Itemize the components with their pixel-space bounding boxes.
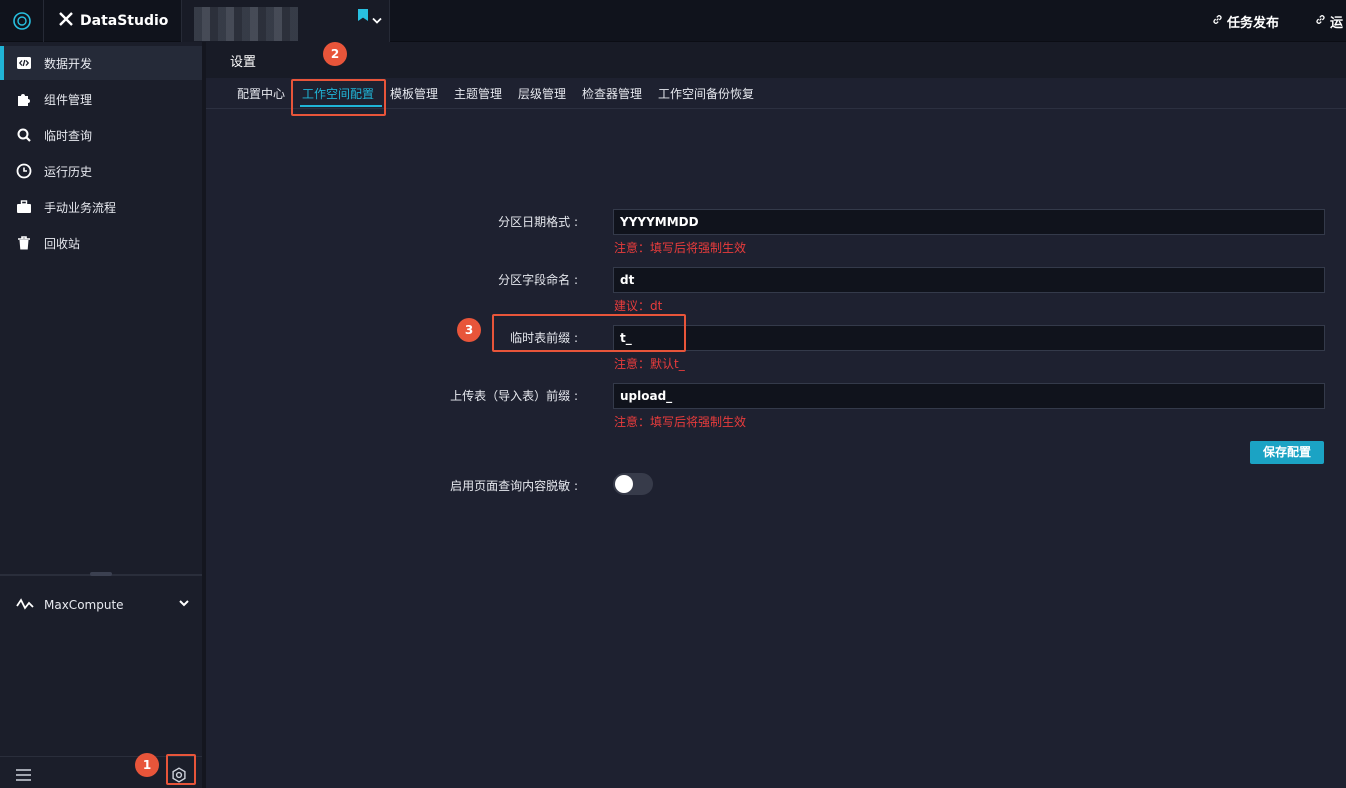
toggle-knob: [615, 475, 633, 493]
sidebar-item-run-history[interactable]: 运行历史: [0, 154, 202, 188]
chevron-down-icon[interactable]: [178, 597, 190, 612]
tab-theme-management[interactable]: 主题管理: [454, 85, 502, 102]
save-config-button[interactable]: 保存配置: [1250, 441, 1324, 464]
annotation-badge-1: 1: [135, 753, 159, 777]
link-icon: [1212, 14, 1223, 29]
puzzle-icon: [16, 91, 32, 107]
tools-icon: [58, 11, 74, 31]
upload-table-prefix-input[interactable]: upload_: [613, 383, 1325, 409]
annotation-box-temp-prefix: [492, 314, 686, 352]
tab-workspace-backup-restore[interactable]: 工作空间备份恢复: [658, 85, 754, 102]
briefcase-icon: [16, 199, 32, 215]
sidebar-item-label: 回收站: [44, 236, 81, 251]
workspace-name-redacted: [194, 7, 298, 41]
publish-task-label: 任务发布: [1226, 15, 1279, 31]
menu-icon[interactable]: [16, 769, 32, 784]
app-brand[interactable]: DataStudio: [44, 0, 182, 42]
partition-field-name-label: 分区字段命名 :: [498, 273, 578, 287]
sidebar-item-label: 手动业务流程: [44, 200, 117, 215]
partition-date-format-input[interactable]: YYYYMMDD: [613, 209, 1325, 235]
annotation-badge-2: 2: [323, 42, 347, 66]
pulse-icon: [16, 597, 34, 614]
tab-config-center[interactable]: 配置中心: [237, 85, 285, 102]
upload-table-prefix-label: 上传表（导入表）前缀 :: [450, 389, 578, 403]
tab-checker-management[interactable]: 检查器管理: [582, 85, 642, 102]
upload-table-prefix-hint: 注意：填写后将强制生效: [614, 415, 747, 429]
clock-icon: [16, 163, 32, 179]
sidebar-item-recycle-bin[interactable]: 回收站: [0, 226, 202, 260]
sidebar-item-label: 临时查询: [44, 128, 93, 143]
sidebar-item-ad-hoc-query[interactable]: 临时查询: [0, 118, 202, 152]
product-logo-icon[interactable]: [0, 0, 44, 42]
sidebar-resize-edge[interactable]: [202, 42, 206, 788]
engine-label: MaxCompute: [44, 598, 124, 612]
annotation-badge-3: 3: [457, 318, 481, 342]
chevron-down-icon[interactable]: [372, 14, 382, 28]
sidebar-item-component-management[interactable]: 组件管理: [0, 82, 202, 116]
publish-task-link[interactable]: 任务发布: [1212, 12, 1279, 31]
partition-field-name-hint: 建议：dt: [614, 299, 663, 313]
annotation-box-tab: [291, 79, 386, 116]
sidebar-item-data-development[interactable]: 数据开发: [0, 46, 202, 80]
sidebar-item-manual-workflow[interactable]: 手动业务流程: [0, 190, 202, 224]
temp-table-prefix-hint: 注意：默认t_: [614, 357, 685, 371]
search-icon: [16, 127, 32, 143]
settings-header: 设置: [206, 42, 1346, 78]
sidebar-item-label: 运行历史: [44, 164, 93, 179]
page-title: 设置: [230, 55, 257, 70]
engine-selector[interactable]: MaxCompute: [0, 590, 202, 620]
link-icon: [1315, 14, 1326, 29]
app-name: DataStudio: [80, 13, 169, 29]
ops-label: 运: [1330, 15, 1344, 31]
trash-icon: [16, 235, 32, 251]
bookmark-icon[interactable]: [358, 9, 368, 21]
annotation-box-settings: [166, 754, 196, 785]
partition-date-format-label: 分区日期格式 :: [498, 215, 578, 229]
sidebar-item-label: 数据开发: [44, 56, 93, 71]
ops-link[interactable]: 运: [1315, 12, 1346, 31]
partition-field-name-input[interactable]: dt: [613, 267, 1325, 293]
code-icon: [16, 55, 32, 71]
top-bar: DataStudio 任务发布 运: [0, 0, 1346, 42]
sidebar: 数据开发 组件管理 临时查询 运行历史 手动业务流程 回收站 MaxComput…: [0, 42, 202, 788]
temp-table-prefix-input[interactable]: t_: [613, 325, 1325, 351]
tab-template-management[interactable]: 模板管理: [390, 85, 438, 102]
tab-layer-management[interactable]: 层级管理: [518, 85, 566, 102]
sidebar-item-label: 组件管理: [44, 92, 93, 107]
masking-toggle[interactable]: [613, 473, 653, 495]
partition-date-format-hint: 注意：填写后将强制生效: [614, 241, 747, 255]
masking-toggle-label: 启用页面查询内容脱敏 :: [450, 479, 578, 493]
workspace-selector[interactable]: [182, 0, 390, 42]
splitter-handle[interactable]: [90, 572, 112, 576]
